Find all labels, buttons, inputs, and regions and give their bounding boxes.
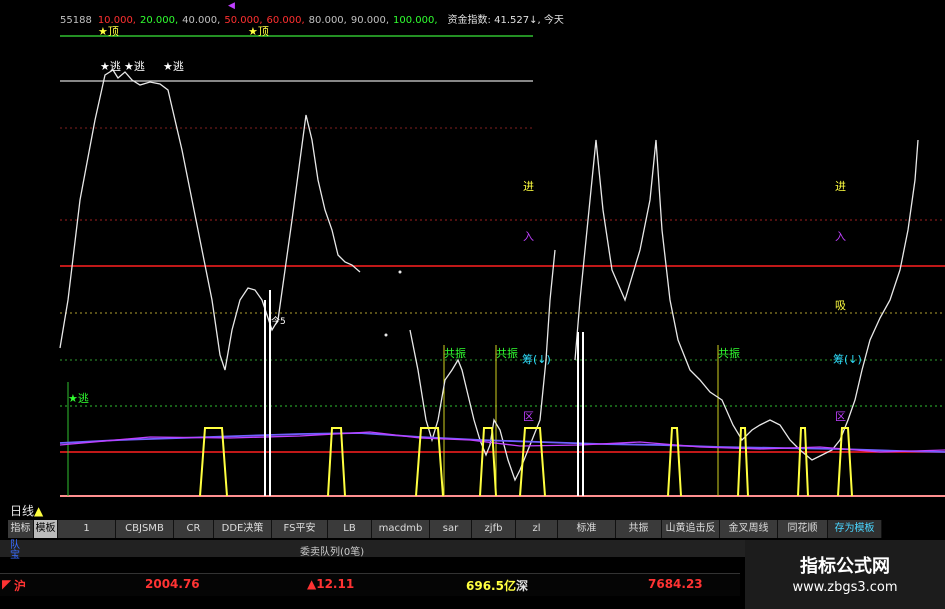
marker-top-icon: ◀ xyxy=(228,1,235,11)
legend-level-2: 40.000, xyxy=(182,15,221,26)
period-selector[interactable]: 日线▲ xyxy=(10,502,43,519)
turnover: 696.5亿 xyxy=(466,579,516,593)
template-tabs: 指标 模板 1 CBJSMB CR DDE决策 FS平安 LB macdmb sar zjfb zl 标… xyxy=(8,520,882,538)
legend-fund-index: 资金指数: 41.527↓, 今天 xyxy=(447,15,564,26)
watermark-url: www.zbgs3.com xyxy=(792,580,898,595)
tab-10[interactable]: zjfb xyxy=(472,520,516,538)
tab-15[interactable]: 金叉周线 xyxy=(720,520,778,538)
label-top-1: ★顶 xyxy=(98,25,119,38)
tab-16[interactable]: 同花顺 xyxy=(778,520,828,538)
watermark-title: 指标公式网 xyxy=(800,556,890,577)
sh-change: ▲12.11 xyxy=(307,577,355,591)
label-small: 今5 xyxy=(271,317,286,327)
period-bar xyxy=(0,500,945,520)
curve-dot-2 xyxy=(384,333,388,337)
tab-12[interactable]: 标准 xyxy=(558,520,616,538)
sz-index-value: 7684.23 xyxy=(648,577,703,591)
arrow-icon: ◤ xyxy=(2,577,12,591)
tab-1[interactable]: 模板 xyxy=(34,520,58,538)
fund-line xyxy=(59,432,945,453)
label-zone-left: 区 xyxy=(523,410,534,423)
label-absorb-right: 吸 xyxy=(835,299,846,312)
tab-5[interactable]: DDE决策 xyxy=(214,520,272,538)
sz-index-label[interactable]: 深 xyxy=(516,577,528,594)
tab-9[interactable]: sar xyxy=(430,520,472,538)
sh-index-label[interactable]: 沪 xyxy=(14,577,26,594)
watermark: 指标公式网 www.zbgs3.com xyxy=(745,540,945,609)
tab-13[interactable]: 共振 xyxy=(616,520,662,538)
tab-14[interactable]: 山黄追击反 xyxy=(662,520,720,538)
label-escape-1: ★逃 xyxy=(100,60,121,73)
label-resonance-2: 共振 xyxy=(496,347,518,360)
signal-4 xyxy=(479,427,497,497)
tab-3[interactable]: CBJSMB xyxy=(116,520,174,538)
label-resonance-1: 共振 xyxy=(444,347,466,360)
label-zone-right: 区 xyxy=(835,410,846,423)
label-chip-left: 筹(↓) xyxy=(522,353,551,366)
label-enter-left: 进 xyxy=(523,180,534,193)
tab-17[interactable]: 存为模板 xyxy=(828,520,882,538)
indicator-chart[interactable] xyxy=(0,0,945,500)
signal-8 xyxy=(797,427,809,497)
sell-queue-title: 委卖队列(0笔) xyxy=(300,547,365,558)
bottom-strip xyxy=(0,596,740,609)
legend-levels: 10.000, 20.000, 40.000, 50.000, 60.000, 80.00… xyxy=(98,15,442,26)
signal-6 xyxy=(667,427,682,497)
tab-11[interactable]: zl xyxy=(516,520,558,538)
sh-index-value: 2004.76 xyxy=(145,577,200,591)
legend-level-7: 100.000, xyxy=(393,15,438,26)
label-resonance-3: 共振 xyxy=(718,347,740,360)
indicator-curve-right xyxy=(574,139,919,461)
tab-2[interactable]: 1 xyxy=(58,520,116,538)
market-status-bar xyxy=(0,573,740,596)
tab-8[interactable]: macdmb xyxy=(372,520,430,538)
spike-bars xyxy=(264,290,584,496)
label-in-right: 入 xyxy=(835,230,846,243)
signal-2 xyxy=(327,427,346,497)
queue-mark: 队 宝 xyxy=(10,540,20,561)
tab-0[interactable]: 指标 xyxy=(8,520,34,538)
label-in-left: 入 xyxy=(523,230,534,243)
legend-level-5: 80.000, xyxy=(308,15,347,26)
legend-level-6: 90.000, xyxy=(350,15,390,26)
indicator-legend: 55188 10.000, 20.000, 40.000, 50.000, 60.000,… xyxy=(60,11,570,26)
label-top-2: ★顶 xyxy=(248,25,269,38)
label-escape-3: ★逃 xyxy=(163,60,184,73)
legend-id: 55188 xyxy=(60,15,92,26)
tab-4[interactable]: CR xyxy=(174,520,214,538)
legend-level-1: 20.000, xyxy=(139,15,179,26)
legend-level-4: 60.000, xyxy=(266,15,305,26)
curve-dot-1 xyxy=(398,270,402,274)
label-escape-green: ★逃 xyxy=(68,392,89,405)
signal-trapezoids xyxy=(199,427,853,497)
tab-7[interactable]: LB xyxy=(328,520,372,538)
tab-6[interactable]: FS平安 xyxy=(272,520,328,538)
triangle-up-icon: ▲ xyxy=(34,504,44,518)
label-enter-right: 进 xyxy=(835,180,846,193)
label-escape-2: ★逃 xyxy=(124,60,145,73)
period-label: 日线 xyxy=(10,504,35,518)
label-chip-right: 筹(↓) xyxy=(833,353,862,366)
